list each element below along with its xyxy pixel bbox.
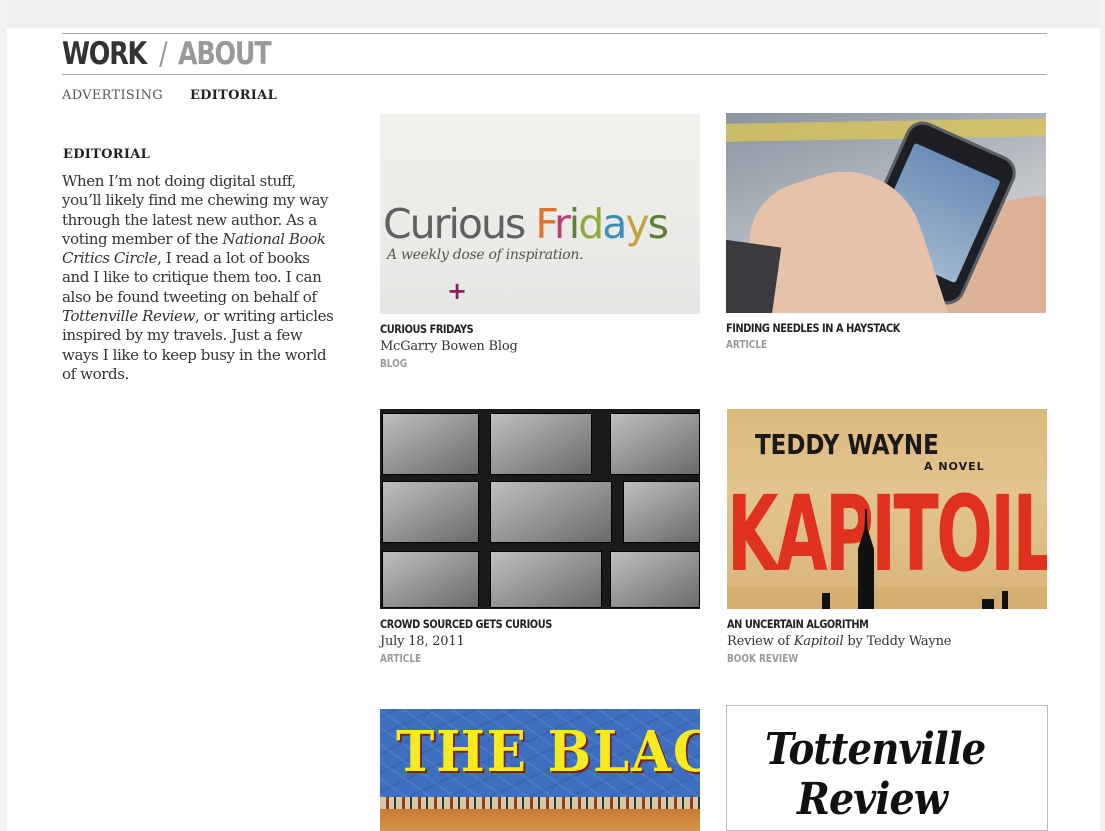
building-shape — [822, 593, 830, 609]
subtitle-emphasis: Kapitoil — [793, 634, 844, 649]
curious-fridays-logo: Curious Fridays — [383, 200, 669, 248]
logo-letter: a — [602, 200, 627, 248]
card-title[interactable]: CROWD SOURCED GETS CURIOUS — [380, 617, 652, 631]
building-shape — [1002, 591, 1008, 609]
logo-line: Tottenville — [765, 724, 986, 775]
sidebar-heading: EDITORIAL — [63, 147, 151, 162]
card-category: BLOG — [380, 358, 408, 370]
photo-cell — [382, 413, 479, 475]
nav-separator: / — [159, 36, 168, 72]
subtitle-part: Review of — [727, 634, 794, 649]
decorative-band — [380, 797, 700, 809]
portfolio-card[interactable]: CROWD SOURCED GETS CURIOUS July 18, 2011… — [380, 409, 700, 665]
poster-title: THE BLACK — [396, 719, 700, 785]
portfolio-card[interactable]: Tottenville Review — [726, 705, 1048, 831]
card-subtitle: July 18, 2011 — [380, 634, 465, 649]
card-thumbnail[interactable] — [726, 113, 1046, 313]
sub-nav: ADVERTISING EDITORIAL — [62, 88, 277, 103]
nav-about-link[interactable]: ABOUT — [178, 36, 272, 72]
top-bar — [7, 0, 1100, 28]
portfolio-card[interactable]: FINDING NEEDLES IN A HAYSTACK ARTICLE — [726, 113, 1046, 351]
logo-letter: y — [625, 200, 649, 248]
card-thumbnail[interactable]: TEDDY WAYNE A NOVEL KAPITOIL — [727, 409, 1047, 609]
page: WORK / ABOUT ADVERTISING EDITORIAL EDITO… — [7, 0, 1100, 831]
card-thumbnail[interactable] — [380, 409, 700, 609]
card-thumbnail[interactable]: THE BLACK — [380, 709, 700, 831]
photo-cell — [623, 481, 700, 543]
portfolio-card[interactable]: Curious Fridays A weekly dose of inspira… — [380, 114, 700, 370]
photo-cell — [490, 413, 592, 475]
card-title[interactable]: CURIOUS FRIDAYS — [380, 322, 652, 336]
card-thumbnail[interactable]: Tottenville Review — [726, 705, 1048, 831]
book-title: KAPITOIL — [727, 473, 1047, 595]
ground-band — [380, 809, 700, 831]
book-author: TEDDY WAYNE — [755, 428, 939, 461]
photo-cell — [490, 551, 602, 608]
logo-letter: s — [647, 200, 669, 248]
portfolio-card[interactable]: TEDDY WAYNE A NOVEL KAPITOIL AN UNCERTAI… — [727, 409, 1047, 665]
photo-cell — [610, 413, 700, 475]
card-category: ARTICLE — [726, 339, 768, 351]
card-title[interactable]: AN UNCERTAIN ALGORITHM — [727, 617, 999, 631]
road-stripe — [726, 117, 1046, 143]
subtitle-part: by Teddy Wayne — [843, 634, 952, 649]
nav-work-link[interactable]: WORK — [62, 36, 147, 72]
card-category: ARTICLE — [380, 653, 422, 665]
sleeve-shape — [726, 239, 782, 313]
main-nav: WORK / ABOUT — [62, 34, 272, 74]
building-shape — [982, 599, 994, 609]
photo-cell — [382, 551, 479, 608]
portfolio-card[interactable]: THE BLACK — [380, 709, 700, 831]
photo-cell — [382, 481, 479, 543]
subnav-advertising-link[interactable]: ADVERTISING — [62, 88, 163, 103]
card-title[interactable]: FINDING NEEDLES IN A HAYSTACK — [726, 321, 998, 335]
plus-icon: + — [447, 277, 468, 305]
sidebar-text: When I’m not doing digital stuff, you’ll… — [62, 172, 334, 384]
logo-letter: i — [568, 200, 580, 248]
logo-letter: r — [553, 200, 571, 248]
logo-letter: F — [535, 200, 556, 248]
card-subtitle: Review of Kapitoil by Teddy Wayne — [727, 634, 1047, 649]
card-thumbnail[interactable]: Curious Fridays A weekly dose of inspira… — [380, 114, 700, 314]
logo-text: Curious — [383, 200, 536, 248]
header-rule-bottom — [62, 74, 1047, 75]
card-category: BOOK REVIEW — [727, 653, 799, 665]
sidebar-text-emphasis: Tottenville Review — [62, 307, 195, 326]
card-subtitle: McGarry Bowen Blog — [380, 339, 518, 354]
logo-letter: d — [578, 200, 604, 248]
logo-tagline: A weekly dose of inspiration. — [387, 247, 584, 263]
book-subtitle: A NOVEL — [924, 460, 985, 473]
photo-cell — [610, 551, 700, 608]
logo-line: Review — [797, 774, 948, 825]
subnav-editorial-link[interactable]: EDITORIAL — [190, 88, 277, 103]
photo-cell — [490, 481, 612, 543]
